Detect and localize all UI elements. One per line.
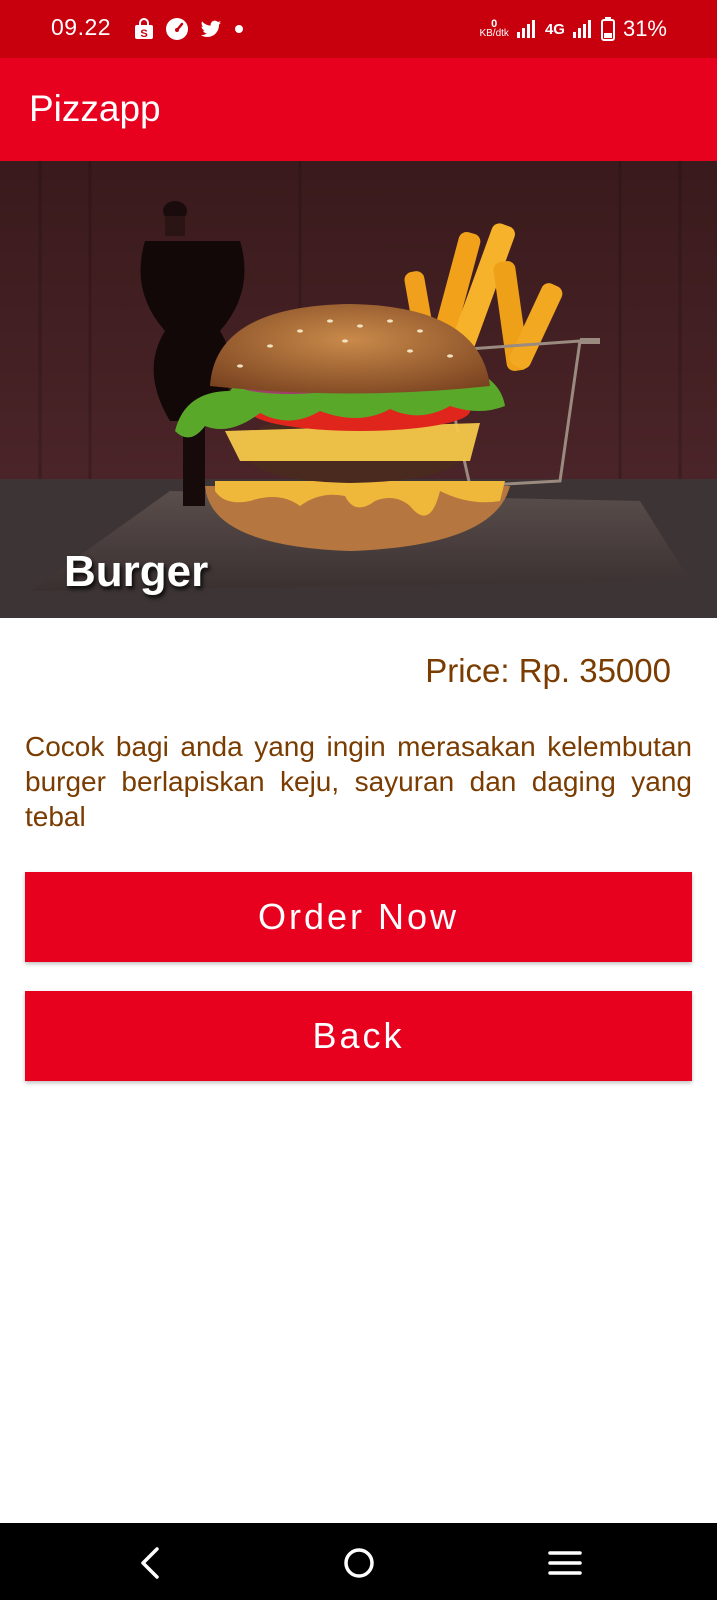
shopee-bag-icon: S bbox=[134, 18, 154, 40]
menu-icon bbox=[548, 1551, 582, 1575]
status-time: 09.22 bbox=[51, 14, 112, 40]
nav-home-button[interactable] bbox=[337, 1541, 381, 1585]
system-icons: 0 KB/dtk 4G 31% bbox=[471, 15, 667, 43]
nav-menu-button[interactable] bbox=[543, 1541, 587, 1585]
notification-dot-icon bbox=[233, 25, 243, 33]
svg-text:S: S bbox=[140, 28, 147, 40]
status-bar: 09.22 S 0 KB/dtk 4G 31% bbox=[0, 0, 717, 58]
hero-title: Burger bbox=[64, 547, 209, 596]
back-icon bbox=[141, 1547, 159, 1579]
home-icon bbox=[344, 1548, 374, 1578]
navigation-bar bbox=[0, 1523, 717, 1600]
signal-icon-secondary bbox=[572, 20, 593, 38]
twitter-icon bbox=[200, 20, 222, 39]
price-label: Price: Rp. 35000 bbox=[425, 652, 671, 689]
battery-percent: 31% bbox=[622, 16, 667, 41]
speed-icon bbox=[165, 17, 189, 41]
data-speed: 0 KB/dtk bbox=[479, 18, 509, 39]
screen: 09.22 S 0 KB/dtk 4G 31% Pizzapp Burger P… bbox=[0, 0, 717, 1600]
app-bar: Pizzapp bbox=[0, 58, 717, 161]
nav-back-button[interactable] bbox=[129, 1541, 173, 1585]
app-title: Pizzapp bbox=[29, 88, 161, 129]
hero-image: Burger bbox=[0, 161, 717, 618]
back-button[interactable]: Back bbox=[25, 991, 692, 1081]
network-type: 4G bbox=[544, 20, 565, 38]
product-description: Cocok bagi anda yang ingin merasakan kel… bbox=[25, 731, 692, 832]
order-now-button[interactable]: Order Now bbox=[25, 872, 692, 962]
battery-icon bbox=[600, 17, 615, 41]
signal-icon bbox=[516, 20, 537, 38]
notification-icons: S bbox=[134, 16, 254, 42]
